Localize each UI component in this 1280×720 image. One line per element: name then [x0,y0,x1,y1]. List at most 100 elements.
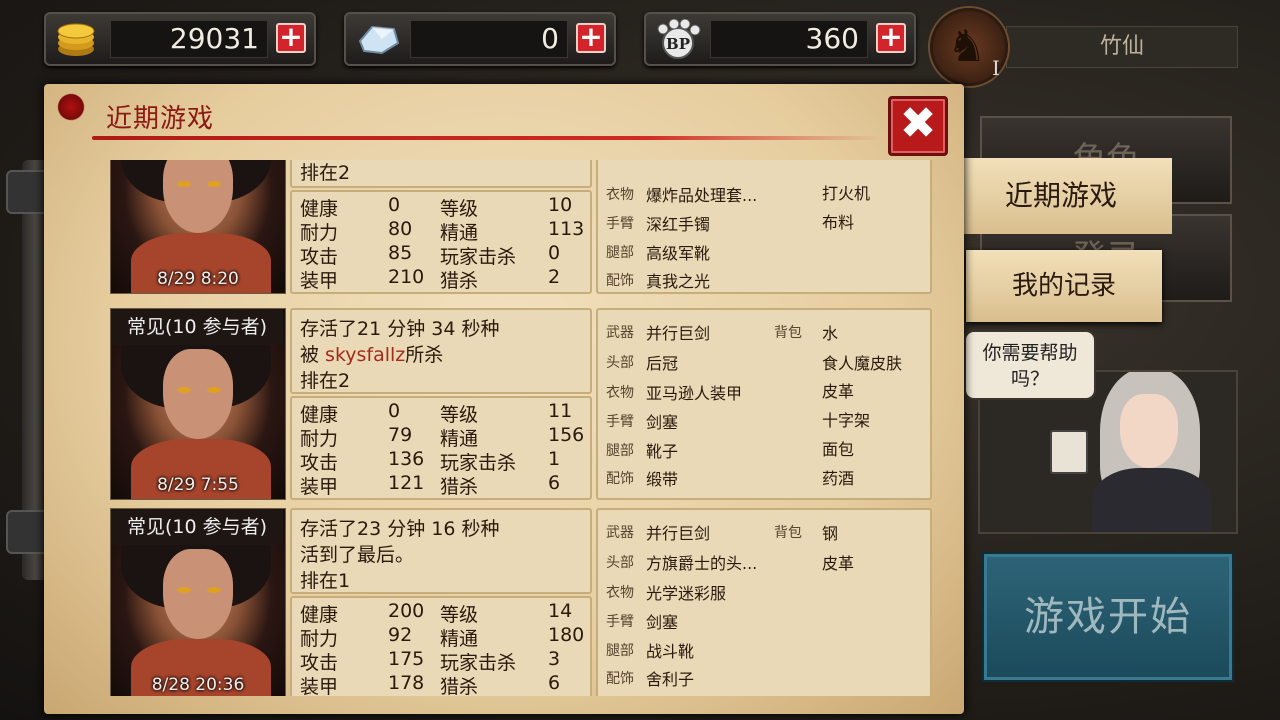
equip-item: 舍利子 [646,670,695,689]
stat-value: 11 [548,400,573,422]
stat-value: 0 [548,242,561,264]
add-diamond-button[interactable]: + [576,23,606,53]
result-text: 活到了最后。 [300,544,415,566]
stat-value: 10 [548,194,573,216]
diamond-icon [354,19,402,59]
stat-value: 121 [388,472,425,494]
stat-label: 等级 [440,604,479,626]
help-speech-bubble: 你需要帮助吗？ [964,330,1096,400]
bag-item: 打火机 [822,184,871,203]
close-button[interactable]: ✖ [888,96,948,156]
equipment-box: 武器 并行巨剑 背包 水 头部 后冠 食人魔皮肤 衣物 亚马逊人装甲 皮革 手臂… [596,308,932,500]
stats-box: 健康 200 等级 14 耐力 92 精通 180 攻击 175 玩家击杀 3 … [290,596,592,696]
slot-label: 腿部 [606,643,634,659]
panel-title: 近期游戏 [106,104,215,134]
equip-item: 深红手镯 [646,215,711,234]
slot-label: 衣物 [606,585,634,601]
stats-box: 健康 0 等级 11 耐力 79 精通 156 攻击 136 玩家击杀 1 装甲… [290,396,592,500]
stat-label: 装甲 [300,676,339,696]
stat-value: 1 [548,448,561,470]
stat-label: 猎杀 [440,476,479,498]
gold-value: 29031 [110,20,268,58]
stat-label: 等级 [440,198,479,220]
stat-value: 200 [388,600,425,622]
equip-item: 高级军靴 [646,244,711,263]
list-item: 8/29 8:20 排在2 健康 0 等级 10 耐力 80 精通 113 攻击… [110,160,940,294]
stat-value: 92 [388,624,413,646]
list-item: 常见(10 参与者) 8/29 7:55 存活了21 分钟 34 秒种 被 sk… [110,308,940,500]
tab-recent-games[interactable]: 近期游戏 [950,158,1172,234]
add-bp-button[interactable]: + [876,23,906,53]
stat-value: 156 [548,424,585,446]
start-game-button[interactable]: 游戏开始 [982,552,1234,682]
gold-counter: 29031 + [44,12,316,66]
equip-item: 剑塞 [646,613,679,632]
equip-item: 缎带 [646,470,679,489]
stat-value: 113 [548,218,585,240]
character-portrait: 8/29 8:20 [110,160,286,294]
stat-label: 猎杀 [440,676,479,696]
diamond-value: 0 [410,20,568,58]
slot-label: 手臂 [606,216,634,232]
stat-label: 健康 [300,604,339,626]
equip-item: 剑塞 [646,413,679,432]
character-portrait: 常见(10 参与者) 8/28 20:36 [110,508,286,696]
recent-games-panel: 近期游戏 ✖ 8/29 8:20 排在2 健康 0 等级 10 耐力 80 精通… [44,84,964,714]
bp-counter: BP 360 + [644,12,916,66]
equip-item: 并行巨剑 [646,524,711,543]
stat-label: 玩家击杀 [440,652,517,674]
survival-time: 存活了21 分钟 34 秒种 [300,318,500,340]
game-history-list[interactable]: 8/29 8:20 排在2 健康 0 等级 10 耐力 80 精通 113 攻击… [110,160,940,696]
slot-label: 手臂 [606,414,634,430]
bag-item: 皮革 [822,382,855,401]
title-underline [92,136,882,140]
slot-label: 武器 [606,525,634,541]
blood-splatter-icon [54,92,88,122]
equip-item: 战斗靴 [646,642,695,661]
game-mode-tag: 常见(10 参与者) [111,509,283,545]
stat-value: 80 [388,218,413,240]
add-gold-button[interactable]: + [276,23,306,53]
stat-value: 85 [388,242,413,264]
slot-label: 手臂 [606,614,634,630]
stat-value: 0 [388,400,401,422]
bp-value: 360 [710,20,868,58]
slot-label: 配饰 [606,671,634,687]
mug-icon [1050,430,1088,474]
stat-label: 玩家击杀 [440,452,517,474]
game-date: 8/29 8:20 [157,269,239,289]
stat-label: 猎杀 [440,270,479,292]
killer-name[interactable]: skysfallz [325,344,405,366]
equipment-box: 衣物 爆炸品处理套... 打火机 手臂 深红手镯 布料 腿部 高级军靴 配饰 真… [596,160,932,294]
stat-label: 精通 [440,628,479,650]
stat-value: 3 [548,648,561,670]
equip-item: 靴子 [646,442,679,461]
stat-value: 14 [548,600,573,622]
stat-value: 210 [388,266,425,288]
tab-my-records[interactable]: 我的记录 [966,250,1162,322]
stat-value: 79 [388,424,413,446]
slot-label: 头部 [606,555,634,571]
stat-value: 136 [388,448,425,470]
character-portrait: 常见(10 参与者) 8/29 7:55 [110,308,286,500]
bag-item: 皮革 [822,554,855,573]
gold-coins-icon [54,19,102,59]
bag-item: 布料 [822,213,855,232]
horse-emblem-icon: ♞ [947,21,987,72]
bag-label: 背包 [774,525,802,541]
stat-label: 攻击 [300,652,339,674]
rank-text: 排在1 [300,570,351,592]
equipment-box: 武器 并行巨剑 背包 钢 头部 方旗爵士的头... 皮革 衣物 光学迷彩服 手臂… [596,508,932,696]
slot-label: 头部 [606,355,634,371]
stat-label: 精通 [440,222,479,244]
equip-item: 后冠 [646,354,679,373]
stat-label: 玩家击杀 [440,246,517,268]
game-date: 8/28 20:36 [151,675,245,695]
slot-label: 配饰 [606,273,634,289]
equip-item: 亚马逊人装甲 [646,384,743,403]
bag-item: 水 [822,324,839,343]
rank-text: 排在2 [300,162,351,184]
bp-label: BP [666,35,690,53]
game-summary: 存活了21 分钟 34 秒种 被 skysfallz所杀 排在2 [290,308,592,394]
stat-label: 精通 [440,428,479,450]
